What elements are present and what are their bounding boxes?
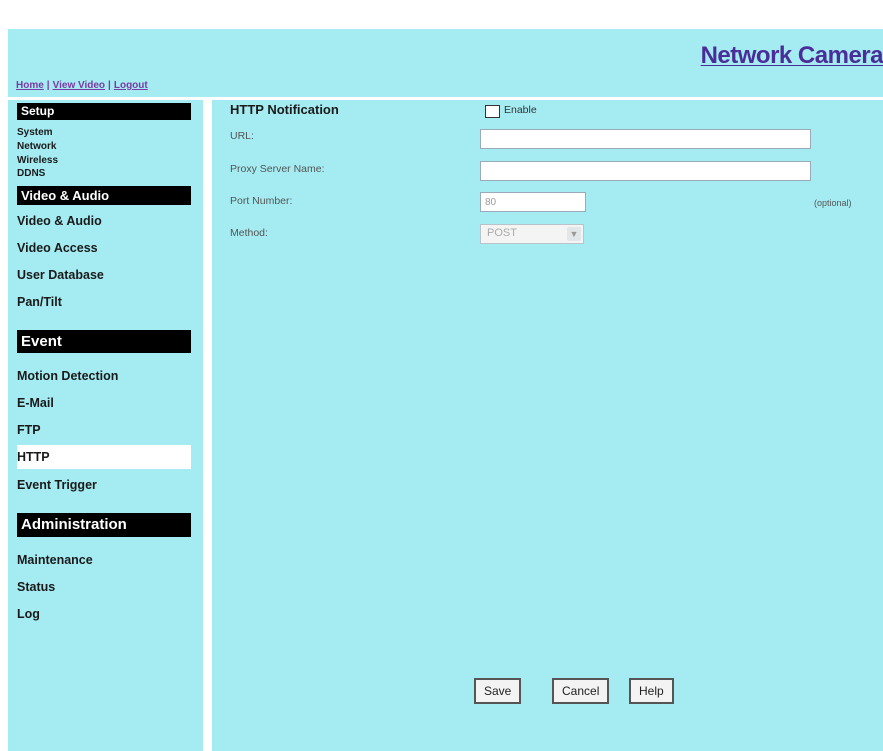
section-event: Event [17,330,191,353]
save-button[interactable]: Save [474,678,522,704]
sidebar: Setup System Network Wireless DDNS Video… [8,100,202,751]
proxy-server-input[interactable] [480,161,811,181]
top-nav: Home | View Video | Logout [16,80,148,91]
section-administration: Administration [17,513,191,537]
page-title: HTTP Notification [230,102,339,117]
enable-label: Enable [504,104,537,116]
sidebar-item-system[interactable]: System [17,127,53,138]
sidebar-item-status[interactable]: Status [17,580,55,594]
app-frame: Home | View Video | Logout Network Camera Se… [8,29,883,751]
view-video-link[interactable]: View Video [53,80,105,91]
sidebar-item-email[interactable]: E-Mail [17,396,54,410]
method-select-value: POST [487,227,517,239]
sidebar-item-motion-detection[interactable]: Motion Detection [17,369,118,383]
url-label: URL: [230,130,254,142]
sidebar-item-maintenance[interactable]: Maintenance [17,553,93,567]
method-label: Method: [230,227,268,239]
proxy-label: Proxy Server Name: [230,163,325,175]
nav-separator: | [108,80,111,91]
port-label: Port Number: [230,195,293,207]
sidebar-item-wireless[interactable]: Wireless [17,155,58,166]
method-select[interactable]: POST ▼ [480,224,584,244]
cancel-button[interactable]: Cancel [552,678,610,704]
brand-title: Network Camera [700,42,883,69]
main-content: HTTP Notification Enable URL: Proxy Serv… [218,100,883,751]
enable-checkbox[interactable] [485,105,500,118]
sidebar-item-http[interactable]: HTTP [17,445,191,469]
port-number-input[interactable] [480,192,586,212]
sidebar-item-ddns[interactable]: DDNS [17,168,45,179]
sidebar-item-video-audio[interactable]: Video & Audio [17,214,102,228]
sidebar-item-user-database[interactable]: User Database [17,268,104,282]
sidebar-item-event-trigger[interactable]: Event Trigger [17,478,97,492]
sidebar-item-ftp[interactable]: FTP [17,423,41,437]
optional-hint: (optional) [814,198,852,208]
sidebar-item-pan-tilt[interactable]: Pan/Tilt [17,295,62,309]
nav-separator: | [46,80,50,91]
header-bar: Home | View Video | Logout Network Camera [8,29,883,91]
chevron-down-icon: ▼ [567,227,581,241]
url-input[interactable] [480,129,811,149]
sidebar-item-video-access[interactable]: Video Access [17,241,98,255]
logout-link[interactable]: Logout [114,80,148,91]
home-link[interactable]: Home [16,80,44,91]
section-setup: Setup [17,103,191,120]
section-video-audio: Video & Audio [17,186,191,205]
help-button[interactable]: Help [629,678,674,704]
sidebar-divider [203,100,212,751]
sidebar-item-log[interactable]: Log [17,607,40,621]
sidebar-item-network[interactable]: Network [17,141,56,152]
